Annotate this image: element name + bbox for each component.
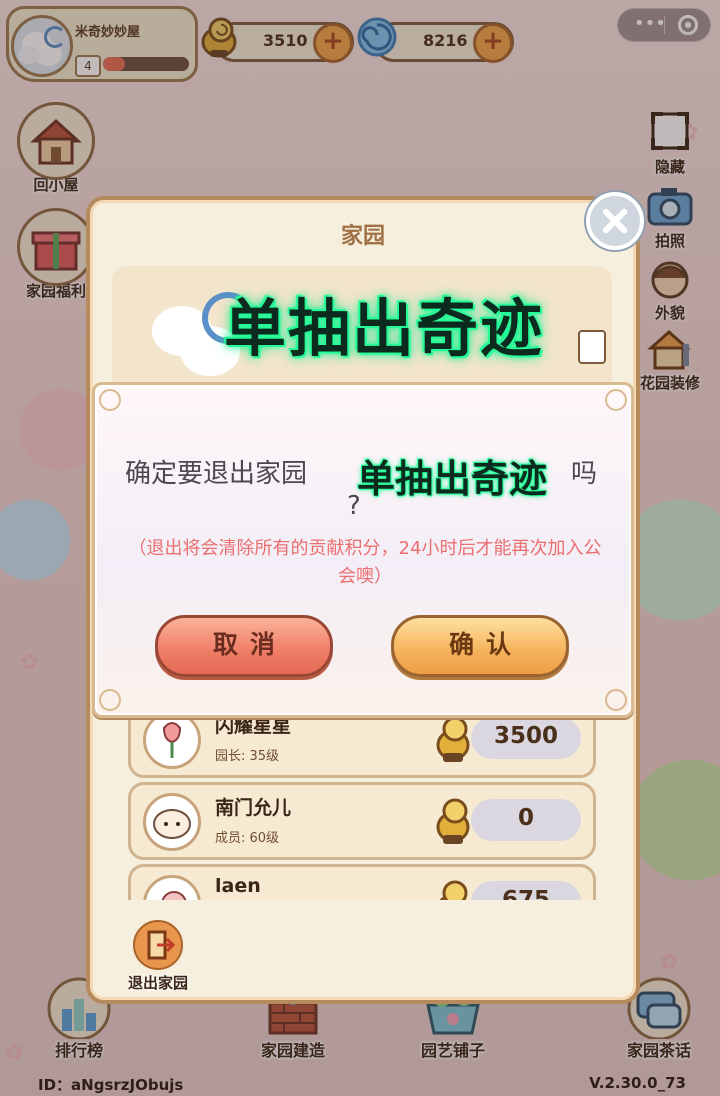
exit-door-icon xyxy=(133,920,183,970)
close-panel-button[interactable] xyxy=(586,192,644,250)
question-suffix: 吗 xyxy=(571,459,598,489)
copy-icon[interactable] xyxy=(578,330,606,364)
member-score: 0 xyxy=(517,805,534,831)
member-list: 闪耀星星 园长: 35级 3500 南门允儿 成员: 60级 0 laen 67… xyxy=(128,700,598,900)
miracle-inline-text: 单抽出奇迹 xyxy=(357,457,548,501)
exit-guild-button[interactable]: 退出家园 xyxy=(112,920,204,993)
snail-coin-icon xyxy=(439,880,468,900)
tulip-avatar-icon xyxy=(143,711,201,769)
question-prefix: 确定要退出家园 xyxy=(125,459,308,489)
snail-coin-icon xyxy=(436,798,470,844)
member-role: 园长: 35级 xyxy=(215,749,280,764)
confirm-button[interactable]: 确认 xyxy=(391,615,569,677)
sheep-avatar-icon xyxy=(143,793,201,851)
member-role: 成员: 60级 xyxy=(215,831,280,846)
member-score: 675 xyxy=(501,887,550,900)
snail-avatar-icon xyxy=(143,875,201,900)
member-name: 南门允儿 xyxy=(215,797,292,819)
miracle-overlay-text: 单抽出奇迹 xyxy=(224,292,545,365)
garden-panel-title: 家园 xyxy=(340,224,385,249)
cancel-button[interactable]: 取消 xyxy=(155,615,333,677)
exit-confirm-dialog: 确定要退出家园 吗 ? （退出将会清除所有的贡献积分，24小时后才能再次加入公会… xyxy=(92,382,634,718)
member-row[interactable]: 南门允儿 成员: 60级 0 xyxy=(128,782,596,860)
dialog-warning: （退出将会清除所有的贡献积分，24小时后才能再次加入公会噢） xyxy=(128,538,602,587)
member-row[interactable]: laen 675 xyxy=(128,864,596,900)
member-name: laen xyxy=(215,875,261,897)
exit-guild-label: 退出家园 xyxy=(127,974,188,992)
member-score: 3500 xyxy=(493,723,558,749)
